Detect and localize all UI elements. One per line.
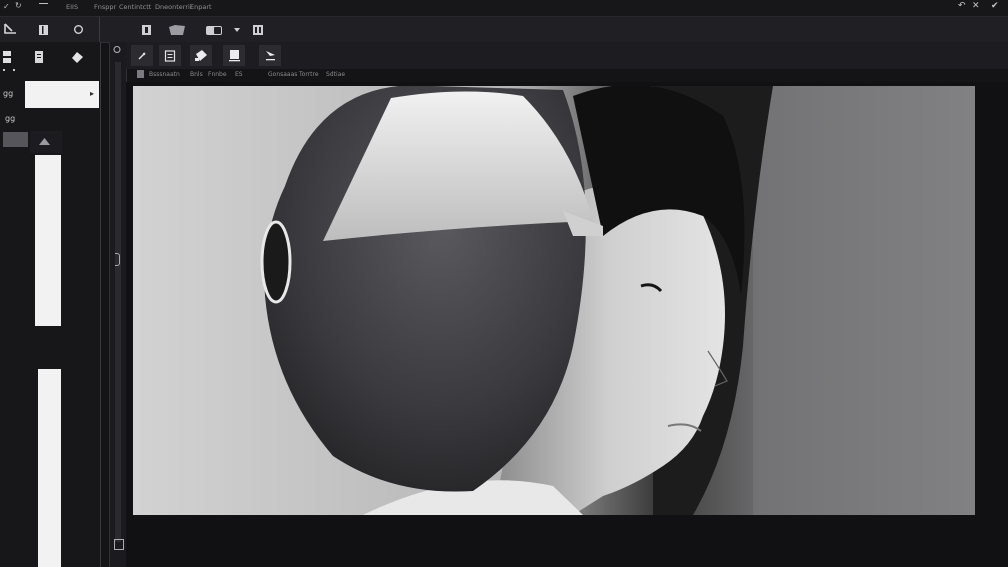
menu-item-5[interactable]: Enpart: [190, 3, 212, 11]
grid-icon[interactable]: [0, 50, 14, 64]
document-icon[interactable]: [32, 50, 46, 64]
dot-icon: [3, 69, 5, 71]
main-toolbar: [0, 17, 1008, 43]
info-item-5: Gonsaaas: [268, 71, 298, 78]
window-control-icon[interactable]: ✔: [991, 1, 999, 11]
field-arrow[interactable]: ▸: [90, 89, 94, 98]
toolbar-divider: [99, 17, 100, 42]
ruler-mark-icon[interactable]: [115, 253, 120, 266]
slider-track-lower[interactable]: [38, 369, 61, 567]
eraser-tool-icon[interactable]: [131, 45, 153, 66]
note-tool-icon[interactable]: [159, 45, 181, 66]
slider-track-upper[interactable]: [35, 155, 61, 326]
info-item-3: Fnnbe: [208, 71, 227, 78]
menu-item-3[interactable]: Centintctt: [119, 3, 151, 11]
transform-tool-icon[interactable]: [259, 45, 281, 66]
info-item-2: Bnls: [190, 71, 203, 78]
minus-icon[interactable]: [39, 3, 48, 4]
refresh-icon[interactable]: ↻: [15, 1, 22, 10]
undo-icon[interactable]: ↶: [958, 1, 966, 11]
toggle-icon[interactable]: [204, 22, 224, 37]
dropdown-arrow-icon[interactable]: [232, 22, 242, 37]
close-icon[interactable]: ✕: [972, 1, 980, 11]
info-item-7: Sdtiae: [326, 71, 346, 78]
layer-thumbnail-icon[interactable]: [3, 132, 28, 147]
info-item-6: Torrtre: [299, 71, 319, 78]
circle-icon[interactable]: [70, 22, 86, 37]
bucket-icon[interactable]: [70, 50, 84, 64]
info-item-4: ES: [235, 71, 243, 78]
canvas-toolbar: [126, 42, 1008, 69]
info-marker-icon: [137, 70, 144, 78]
ruler-top-icon[interactable]: [112, 45, 122, 56]
dot-icon: [13, 69, 15, 71]
book-icon[interactable]: [35, 22, 51, 37]
fill-tool-icon[interactable]: [190, 45, 212, 66]
frame-tool-icon[interactable]: [223, 45, 245, 66]
collapse-up-icon[interactable]: [38, 136, 51, 148]
layer-tag-2[interactable]: gg: [5, 114, 15, 123]
menu-item-4[interactable]: Dneonterrii: [155, 3, 192, 11]
menu-item-2[interactable]: Fnsppr: [94, 3, 116, 11]
panel-icon[interactable]: [250, 22, 266, 37]
panel-separator: [100, 42, 101, 567]
layer-icon[interactable]: [138, 22, 154, 37]
menu-bar: ✓ ↻ EIIS Fnsppr Centintctt Dneonterrii E…: [0, 0, 1008, 17]
folder-icon[interactable]: [167, 22, 187, 37]
canvas-image[interactable]: [133, 86, 975, 515]
text-field[interactable]: [25, 81, 99, 108]
ruler-line: [115, 62, 121, 542]
info-item-1: Bsssnaatn: [149, 71, 180, 78]
layer-tag-1[interactable]: gg: [3, 89, 13, 98]
ruler-bottom-icon[interactable]: [114, 539, 124, 550]
menu-item-1[interactable]: EIIS: [66, 3, 78, 11]
pen-tool-icon[interactable]: [2, 22, 18, 37]
check-icon[interactable]: ✓: [3, 2, 10, 11]
